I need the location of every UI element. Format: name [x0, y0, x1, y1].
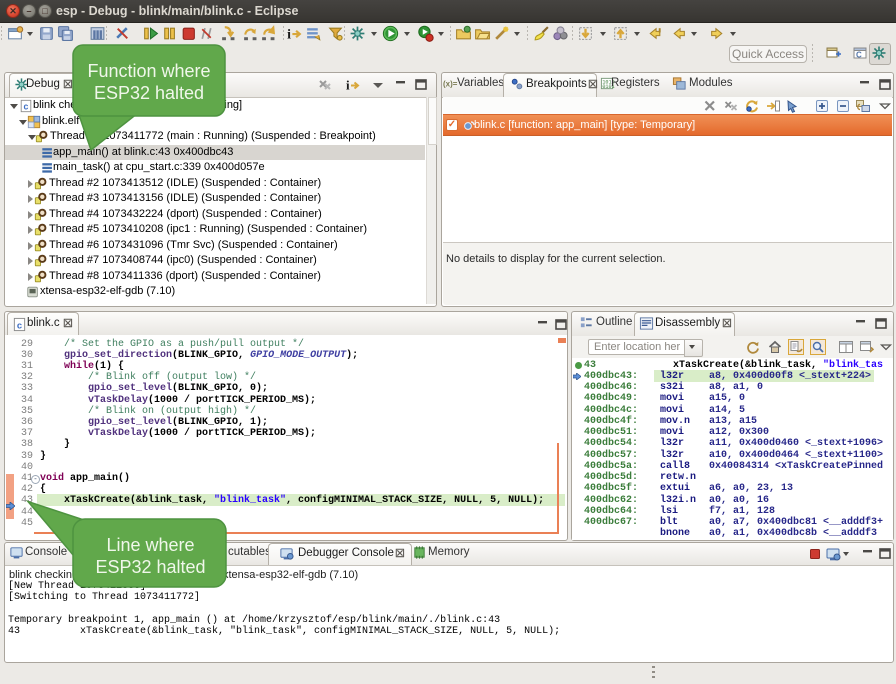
svg-text:i: i: [287, 26, 291, 41]
svg-text:c: c: [23, 103, 28, 113]
svg-text:c: c: [17, 320, 23, 331]
svg-text:i: i: [346, 78, 350, 93]
svg-text:C: C: [856, 51, 862, 60]
svg-text:(x)=: (x)=: [443, 79, 458, 88]
